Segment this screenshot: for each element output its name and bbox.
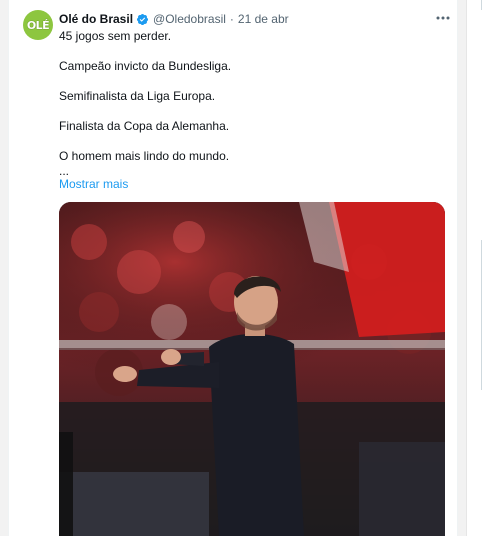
tweet-line	[59, 74, 449, 89]
verified-badge-icon	[136, 13, 149, 26]
tweet-line: Finalista da Copa da Alemanha.	[59, 119, 230, 133]
right-side-strip	[466, 0, 482, 536]
tweet-line: O homem mais lindo do mundo.	[59, 149, 230, 163]
tweet-line: 45 jogos sem perder.	[59, 29, 172, 43]
tweet-line	[59, 134, 449, 149]
photo-coach-pointing	[59, 202, 445, 536]
show-more-link[interactable]: Mostrar mais	[59, 177, 128, 191]
tweet-line: Semifinalista da Liga Europa.	[59, 89, 216, 103]
tweet-line	[59, 104, 449, 119]
avatar[interactable]: OLÉ	[23, 10, 53, 40]
separator-dot: ·	[229, 12, 234, 26]
tweet-line	[59, 44, 449, 59]
more-horizontal-icon[interactable]	[433, 9, 453, 27]
tweet-text: 45 jogos sem perder. Campeão invicto da …	[59, 29, 449, 179]
tweet-card[interactable]: OLÉ Olé do Brasil @Oledobrasil · 21 de a…	[8, 0, 458, 536]
tweet-photo[interactable]	[59, 202, 445, 536]
tweet-date[interactable]: 21 de abr	[238, 12, 289, 26]
avatar-logo-text: OLÉ	[26, 18, 50, 32]
user-handle[interactable]: @Oledobrasil	[153, 12, 226, 26]
tweet-line: Campeão invicto da Bundesliga.	[59, 59, 232, 73]
display-name[interactable]: Olé do Brasil	[59, 12, 133, 26]
tweet-header: Olé do Brasil @Oledobrasil · 21 de abr	[59, 10, 289, 28]
